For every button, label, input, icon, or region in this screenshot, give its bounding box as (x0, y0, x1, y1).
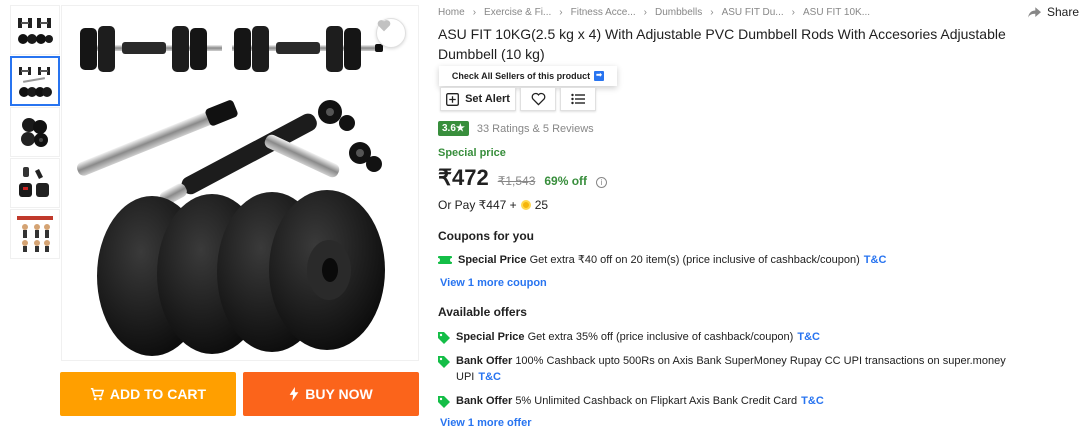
breadcrumb-item[interactable]: Exercise & Fi... (484, 7, 551, 18)
thumbnail-gloves-grips[interactable] (10, 158, 60, 208)
rating-row[interactable]: 3.6★ 33 Ratings & 5 Reviews (438, 121, 594, 136)
ratings-reviews-count: 33 Ratings & 5 Reviews (476, 122, 594, 135)
gloves-grips-thumb-image (19, 167, 49, 197)
offers-heading: Available offers (438, 305, 527, 319)
offer-item: Special Price Get extra 35% off (price i… (438, 329, 1048, 345)
cart-icon (90, 387, 104, 401)
offer-item: Bank Offer 100% Cashback upto 500Rs on A… (438, 353, 1048, 385)
plus-box-icon (446, 92, 460, 106)
chevron-right-icon: › (791, 7, 795, 18)
offer-title: Bank Offer (456, 355, 513, 367)
supercoin-icon (520, 200, 531, 210)
check-sellers-link[interactable]: Check All Sellers of this product ➡ (439, 66, 617, 86)
share-icon (1028, 6, 1041, 18)
thumbnail-dumbbell-set-active[interactable] (10, 56, 60, 106)
special-price-label: Special price (438, 147, 506, 159)
exercise-chart-thumb-image (17, 216, 53, 252)
offer-item: Bank Offer 5% Unlimited Cashback on Flip… (438, 393, 1048, 409)
offer-tag-icon (438, 356, 450, 368)
offer-text: 100% Cashback upto 500Rs on Axis Bank Su… (456, 355, 1006, 383)
coupon-text: Get extra ₹40 off on 20 item(s) (price i… (529, 254, 860, 266)
share-button[interactable]: Share (1028, 5, 1079, 19)
breadcrumb-item[interactable]: Fitness Acce... (571, 7, 636, 18)
breadcrumb-item[interactable]: ASU FIT 10K... (803, 7, 870, 18)
heart-outline-icon (531, 92, 545, 106)
offer-tc-link[interactable]: T&C (797, 331, 820, 343)
rating-value: 3.6 (442, 123, 456, 134)
dumbbell-set-thumb-image (18, 18, 53, 44)
offer-tag-icon (438, 332, 450, 344)
add-to-cart-button[interactable]: ADD TO CART (60, 372, 236, 416)
or-pay-text: Or Pay ₹447 + (438, 198, 517, 212)
thumbnail-strip (10, 5, 60, 260)
set-alert-label: Set Alert (465, 93, 510, 105)
offer-tag-icon (438, 396, 450, 408)
heart-icon (377, 20, 391, 32)
discount-percent: 69% off (544, 174, 588, 188)
plates-thumb-image (21, 118, 48, 147)
list-icon (571, 93, 585, 105)
lightning-icon (289, 387, 299, 401)
offer-title: Bank Offer (456, 395, 513, 407)
or-pay-row: Or Pay ₹447 + 25 (438, 198, 548, 212)
chevron-right-icon: › (710, 7, 714, 18)
check-sellers-label: Check All Sellers of this product (451, 71, 591, 81)
or-pay-coins: 25 (534, 198, 549, 212)
rating-badge: 3.6★ (438, 121, 469, 136)
main-product-image[interactable] (61, 5, 419, 361)
coupon-item: Special Price Get extra ₹40 off on 20 it… (438, 252, 1048, 268)
breadcrumb-item[interactable]: Home (438, 7, 465, 18)
chevron-right-icon: › (559, 7, 563, 18)
dumbbell-kit-image (77, 26, 385, 356)
share-label: Share (1047, 5, 1080, 19)
product-tools: Set Alert (440, 87, 596, 111)
original-price: ₹1,543 (497, 174, 536, 188)
star-icon: ★ (455, 123, 465, 134)
view-more-offers-link[interactable]: View 1 more offer (440, 417, 532, 429)
breadcrumb-item[interactable]: Dumbbells (655, 7, 702, 18)
breadcrumb: Home › Exercise & Fi... › Fitness Acce... ›… (438, 7, 870, 18)
coupons-heading: Coupons for you (438, 229, 534, 243)
chevron-right-icon: › (643, 7, 647, 18)
coupon-tc-link[interactable]: T&C (864, 254, 887, 266)
price-row: ₹472 ₹1,543 69% off i (438, 165, 608, 191)
offer-text: 5% Unlimited Cashback on Flipkart Axis B… (515, 395, 798, 407)
thumbnail-dumbbell-set[interactable] (10, 5, 60, 55)
coupon-ticket-icon (438, 256, 452, 264)
offer-tc-link[interactable]: T&C (478, 371, 501, 383)
set-alert-button[interactable]: Set Alert (440, 87, 516, 111)
buy-now-label: BUY NOW (305, 386, 373, 402)
wishlist-button[interactable] (520, 87, 556, 111)
offer-tc-link[interactable]: T&C (801, 395, 824, 407)
buy-now-button[interactable]: BUY NOW (243, 372, 419, 416)
wishlist-heart-button[interactable] (376, 18, 406, 48)
arrow-right-icon: ➡ (594, 71, 605, 81)
chevron-right-icon: › (472, 7, 477, 18)
product-title: ASU FIT 10KG(2.5 kg x 4) With Adjustable… (438, 26, 1006, 62)
compare-list-button[interactable] (560, 87, 596, 111)
view-more-coupons-link[interactable]: View 1 more coupon (440, 277, 547, 289)
thumbnail-plates[interactable] (10, 107, 60, 157)
offer-title: Special Price (456, 331, 525, 343)
info-icon[interactable]: i (596, 177, 608, 188)
thumbnail-exercise-chart[interactable] (10, 209, 60, 259)
dumbbell-set-active-thumb-image (19, 67, 52, 97)
add-to-cart-label: ADD TO CART (109, 386, 207, 402)
offer-text: Get extra 35% off (price inclusive of ca… (527, 331, 794, 343)
breadcrumb-item[interactable]: ASU FIT Du... (722, 7, 784, 18)
selling-price: ₹472 (438, 165, 489, 190)
coupon-title: Special Price (458, 254, 527, 266)
